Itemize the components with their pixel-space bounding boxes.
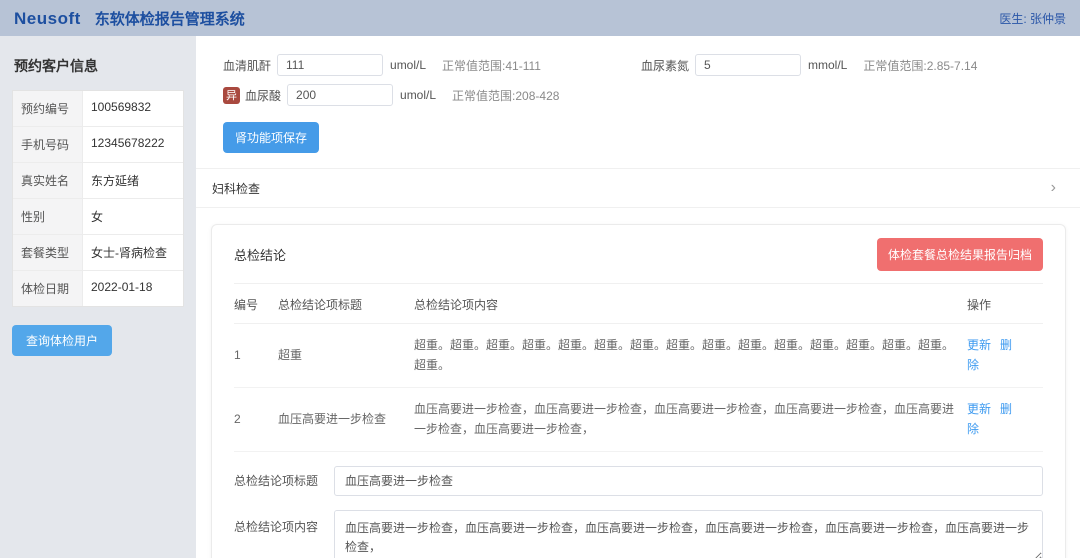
conclusion-panel: 总检结论 体检套餐总检结果报告归档 编号 总检结论项标题 总检结论项内容 操作 … [211, 224, 1066, 558]
conclusion-content-row: 总检结论项内容 血压高要进一步检查，血压高要进一步检查，血压高要进一步检查，血压… [234, 510, 1043, 558]
sidebar-title: 预约客户信息 [14, 56, 184, 76]
info-value: 女 [83, 199, 183, 234]
info-value: 女士-肾病检查 [83, 235, 183, 270]
query-user-button[interactable]: 查询体检用户 [12, 325, 112, 356]
conclusion-content-label: 总检结论项内容 [234, 510, 334, 535]
customer-info-table: 预约编号 100569832 手机号码 12345678222 真实姓名 东方延… [12, 90, 184, 307]
chevron-right-icon: › [1051, 180, 1056, 196]
app-title: 东软体检报告管理系统 [95, 8, 245, 29]
table-row: 1 超重 超重。超重。超重。超重。超重。超重。超重。超重。超重。超重。超重。超重… [234, 324, 1043, 388]
column-header-title: 总检结论项标题 [278, 284, 414, 324]
lab-row-2: 异 血尿酸 umol/L 正常值范围:208-428 [196, 80, 1080, 110]
app-header: Neusoft 东软体检报告管理系统 医生: 张仲景 [0, 0, 1080, 36]
cell-content: 血压高要进一步检查，血压高要进一步检查，血压高要进一步检查，血压高要进一步检查，… [414, 387, 967, 451]
serum-creatinine-input[interactable] [277, 54, 383, 76]
doctor-info: 医生: 张仲景 [999, 10, 1066, 27]
cell-actions: 更新删除 [967, 324, 1043, 388]
info-label: 预约编号 [13, 91, 83, 126]
lab-form: 血清肌酐 umol/L 正常值范围:41-111 血尿素氮 mmol/L 正常值… [196, 50, 1080, 153]
cell-actions: 更新删除 [967, 387, 1043, 451]
info-row-package: 套餐类型 女士-肾病检查 [13, 235, 183, 271]
header-brand-group: Neusoft 东软体检报告管理系统 [14, 8, 245, 29]
lab-label: 血尿酸 [245, 87, 281, 104]
info-row-name: 真实姓名 东方延绪 [13, 163, 183, 199]
conclusion-panel-header: 总检结论 体检套餐总检结果报告归档 [234, 225, 1043, 283]
cell-title: 超重 [278, 324, 414, 388]
info-value: 100569832 [83, 91, 183, 126]
lab-normal-range: 正常值范围:208-428 [452, 87, 559, 104]
info-row-phone: 手机号码 12345678222 [13, 127, 183, 163]
lab-normal-range: 正常值范围:2.85-7.14 [863, 57, 977, 74]
lab-unit: umol/L [390, 58, 426, 72]
info-label: 性别 [13, 199, 83, 234]
info-row-exam-date: 体检日期 2022-01-18 [13, 271, 183, 306]
lab-unit: umol/L [400, 88, 436, 102]
archive-report-button[interactable]: 体检套餐总检结果报告归档 [877, 238, 1043, 271]
info-row-gender: 性别 女 [13, 199, 183, 235]
section-gynecology-exam[interactable]: 妇科检查 › [196, 169, 1080, 208]
conclusion-title-input[interactable] [334, 466, 1043, 496]
main-content: 血清肌酐 umol/L 正常值范围:41-111 血尿素氮 mmol/L 正常值… [196, 36, 1080, 558]
info-label: 体检日期 [13, 271, 83, 306]
lab-label: 血清肌酐 [223, 57, 271, 74]
lab-normal-range: 正常值范围:41-111 [442, 57, 541, 74]
blood-urea-nitrogen-input[interactable] [695, 54, 801, 76]
update-link[interactable]: 更新 [967, 402, 991, 416]
save-kidney-function-button[interactable]: 肾功能项保存 [223, 122, 319, 153]
lab-item-blood-uric-acid: 异 血尿酸 umol/L 正常值范围:208-428 [223, 84, 641, 106]
cell-title: 血压高要进一步检查 [278, 387, 414, 451]
column-header-content: 总检结论项内容 [414, 284, 967, 324]
table-row: 2 血压高要进一步检查 血压高要进一步检查，血压高要进一步检查，血压高要进一步检… [234, 387, 1043, 451]
blood-uric-acid-input[interactable] [287, 84, 393, 106]
brand-logo: Neusoft [14, 9, 81, 29]
main-layout: 预约客户信息 预约编号 100569832 手机号码 12345678222 真… [0, 36, 1080, 558]
conclusion-table: 编号 总检结论项标题 总检结论项内容 操作 1 超重 超重。超重。超重。超重。超… [234, 283, 1043, 452]
info-value: 东方延绪 [83, 163, 183, 198]
cell-id: 1 [234, 324, 278, 388]
info-label: 手机号码 [13, 127, 83, 162]
lab-unit: mmol/L [808, 58, 847, 72]
table-header-row: 编号 总检结论项标题 总检结论项内容 操作 [234, 284, 1043, 324]
sidebar: 预约客户信息 预约编号 100569832 手机号码 12345678222 真… [0, 36, 196, 558]
lab-item-serum-creatinine: 血清肌酐 umol/L 正常值范围:41-111 [223, 54, 641, 76]
info-label: 套餐类型 [13, 235, 83, 270]
conclusion-title-label: 总检结论项标题 [234, 472, 334, 489]
info-value: 12345678222 [83, 127, 183, 162]
cell-id: 2 [234, 387, 278, 451]
cell-content: 超重。超重。超重。超重。超重。超重。超重。超重。超重。超重。超重。超重。超重。超… [414, 324, 967, 388]
conclusion-content-textarea[interactable]: 血压高要进一步检查，血压高要进一步检查，血压高要进一步检查，血压高要进一步检查，… [334, 510, 1043, 558]
info-value: 2022-01-18 [83, 271, 183, 306]
panel-title: 总检结论 [234, 245, 286, 264]
lab-row-1: 血清肌酐 umol/L 正常值范围:41-111 血尿素氮 mmol/L 正常值… [196, 50, 1080, 80]
column-header-id: 编号 [234, 284, 278, 324]
info-row-booking-id: 预约编号 100569832 [13, 91, 183, 127]
lab-item-blood-urea-nitrogen: 血尿素氮 mmol/L 正常值范围:2.85-7.14 [641, 54, 977, 76]
info-label: 真实姓名 [13, 163, 83, 198]
lab-label: 血尿素氮 [641, 57, 689, 74]
abnormal-badge-icon: 异 [223, 87, 240, 104]
column-header-actions: 操作 [967, 284, 1043, 324]
update-link[interactable]: 更新 [967, 338, 991, 352]
section-title: 妇科检查 [212, 180, 260, 197]
conclusion-title-row: 总检结论项标题 [234, 466, 1043, 496]
